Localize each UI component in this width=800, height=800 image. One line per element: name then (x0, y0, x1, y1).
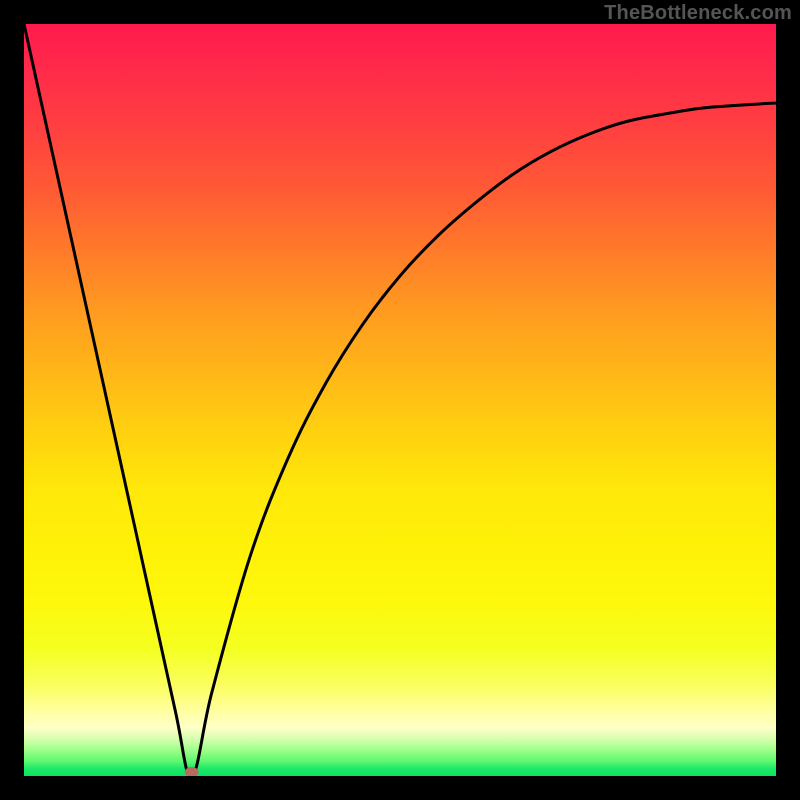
chart-svg (24, 24, 776, 776)
bottleneck-curve (24, 24, 776, 776)
chart-container: TheBottleneck.com (0, 0, 800, 800)
plot-area (24, 24, 776, 776)
watermark-text: TheBottleneck.com (604, 2, 792, 25)
